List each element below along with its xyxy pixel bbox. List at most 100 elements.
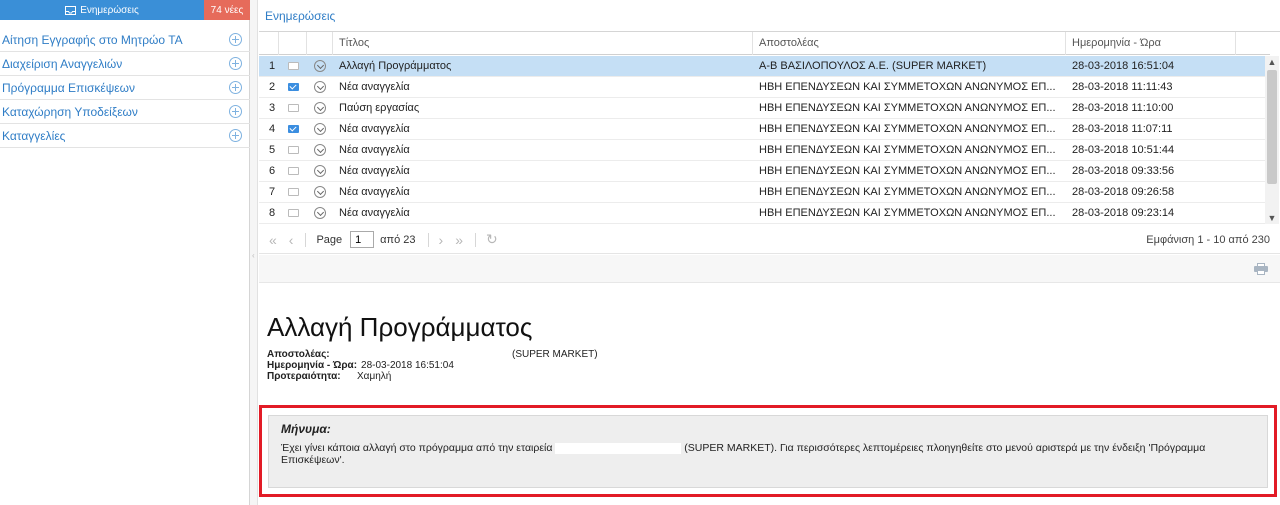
- expand-plus-icon[interactable]: [229, 81, 242, 94]
- refresh-icon[interactable]: ↻: [486, 231, 498, 248]
- column-header-download: [307, 32, 333, 55]
- expand-plus-icon[interactable]: [229, 105, 242, 118]
- table-row[interactable]: 3 Παύση εργασίας ΗΒΗ ΕΠΕΝΔΥΣΕΩΝ ΚΑΙ ΣΥΜΜ…: [259, 98, 1265, 119]
- grid-body: 1 Αλλαγή Προγράμματος Α-Β ΒΑΣΙΛΟΠΟΥΛΟΣ Α…: [259, 56, 1265, 224]
- message-meta: Αποστολέας: (SUPER MARKET) Ημερομηνία - …: [267, 349, 1280, 382]
- download-icon[interactable]: [314, 207, 326, 219]
- first-page-icon[interactable]: «: [269, 232, 277, 248]
- display-range-info: Εμφάνιση 1 - 10 από 230: [1146, 233, 1270, 246]
- sidebar: Ενημερώσεις 74 νέες Αίτηση Εγγραφής στο …: [0, 0, 250, 505]
- column-header-sender[interactable]: Αποστολέας: [753, 32, 1066, 55]
- redacted-company-name: [555, 442, 682, 454]
- pagination-toolbar: « ‹ Page από 23 › » ↻ Εμφάνιση 1 - 10 απ…: [259, 226, 1280, 254]
- message-detail: Αλλαγή Προγράμματος Αποστολέας: (SUPER M…: [259, 290, 1280, 497]
- page-count-label: από 23: [380, 233, 416, 246]
- sidebar-item-label: Αίτηση Εγγραφής στο Μητρώο ΤΑ: [2, 32, 183, 47]
- column-header-date[interactable]: Ημερομηνία - Ώρα: [1066, 32, 1236, 55]
- message-text: Έχει γίνει κάποια αλλαγή στο πρόγραμμα α…: [281, 442, 1255, 466]
- column-header-status: [279, 32, 307, 55]
- updates-tab-label: Ενημερώσεις: [80, 4, 139, 16]
- grid-scrollbar[interactable]: ▲ ▼: [1265, 56, 1279, 224]
- splitter-grip-icon[interactable]: ‹: [252, 252, 255, 260]
- sidebar-item-visit-schedule[interactable]: Πρόγραμμα Επισκέψεων: [0, 76, 250, 100]
- table-row[interactable]: 7 Νέα αναγγελία ΗΒΗ ΕΠΕΝΔΥΣΕΩΝ ΚΑΙ ΣΥΜΜΕ…: [259, 182, 1265, 203]
- expand-plus-icon[interactable]: [229, 57, 242, 70]
- envelope-read-icon: [287, 209, 299, 217]
- download-icon[interactable]: [314, 81, 326, 93]
- column-header-title[interactable]: Τίτλος: [333, 32, 753, 55]
- download-icon[interactable]: [314, 165, 326, 177]
- pager-divider: [305, 232, 307, 247]
- next-page-icon[interactable]: ›: [439, 232, 444, 248]
- sidebar-item-complaints[interactable]: Καταγγελίες: [0, 124, 250, 148]
- row-date: 28-03-2018 10:51:44: [1072, 144, 1175, 156]
- download-icon[interactable]: [314, 102, 326, 114]
- updates-tab[interactable]: Ενημερώσεις: [0, 0, 204, 20]
- envelope-unread-icon: [287, 125, 299, 133]
- panel-splitter[interactable]: ‹: [250, 0, 258, 505]
- pager-divider: [475, 232, 476, 247]
- new-count-badge: 74 νέες: [204, 0, 250, 20]
- print-icon[interactable]: [1254, 263, 1268, 275]
- download-icon[interactable]: [314, 186, 326, 198]
- row-date: 28-03-2018 11:10:00: [1072, 102, 1174, 114]
- table-row[interactable]: 1 Αλλαγή Προγράμματος Α-Β ΒΑΣΙΛΟΠΟΥΛΟΣ Α…: [259, 56, 1265, 77]
- expand-plus-icon[interactable]: [229, 33, 242, 46]
- row-title: Νέα αναγγελία: [339, 186, 410, 198]
- table-row[interactable]: 4 Νέα αναγγελία ΗΒΗ ΕΠΕΝΔΥΣΕΩΝ ΚΑΙ ΣΥΜΜΕ…: [259, 119, 1265, 140]
- envelope-read-icon: [287, 104, 299, 112]
- row-date: 28-03-2018 09:23:14: [1072, 207, 1175, 219]
- download-icon[interactable]: [314, 60, 326, 72]
- inbox-icon: [65, 5, 77, 15]
- envelope-read-icon: [287, 167, 299, 175]
- row-number: 3: [269, 102, 276, 114]
- page-number-input[interactable]: [350, 231, 375, 248]
- row-number: 5: [269, 144, 276, 156]
- detail-toolbar: [259, 255, 1280, 283]
- row-title: Νέα αναγγελία: [339, 144, 410, 156]
- row-title: Νέα αναγγελία: [339, 207, 410, 219]
- priority-value: Χαμηλή: [357, 371, 392, 382]
- scroll-up-icon[interactable]: ▲: [1265, 56, 1279, 68]
- scroll-thumb[interactable]: [1267, 70, 1277, 184]
- sender-label: Αποστολέας:: [267, 349, 330, 360]
- sidebar-item-label: Διαχείριση Αναγγελιών: [2, 56, 123, 71]
- table-row[interactable]: 2 Νέα αναγγελία ΗΒΗ ΕΠΕΝΔΥΣΕΩΝ ΚΑΙ ΣΥΜΜΕ…: [259, 77, 1265, 98]
- last-page-icon[interactable]: »: [455, 232, 463, 248]
- row-number: 2: [269, 81, 276, 93]
- envelope-read-icon: [287, 62, 299, 70]
- row-date: 28-03-2018 16:51:04: [1072, 60, 1175, 72]
- pager-divider: [427, 232, 429, 247]
- table-row[interactable]: 5 Νέα αναγγελία ΗΒΗ ΕΠΕΝΔΥΣΕΩΝ ΚΑΙ ΣΥΜΜΕ…: [259, 140, 1265, 161]
- table-row[interactable]: 8 Νέα αναγγελία ΗΒΗ ΕΠΕΝΔΥΣΕΩΝ ΚΑΙ ΣΥΜΜΕ…: [259, 203, 1265, 224]
- sidebar-item-announcements[interactable]: Διαχείριση Αναγγελιών: [0, 52, 250, 76]
- download-icon[interactable]: [314, 123, 326, 135]
- table-row[interactable]: 6 Νέα αναγγελία ΗΒΗ ΕΠΕΝΔΥΣΕΩΝ ΚΑΙ ΣΥΜΜΕ…: [259, 161, 1265, 182]
- row-sender: ΗΒΗ ΕΠΕΝΔΥΣΕΩΝ ΚΑΙ ΣΥΜΜΕΤΟΧΩΝ ΑΝΩΝΥΜΟΣ Ε…: [759, 102, 1056, 114]
- row-title: Νέα αναγγελία: [339, 165, 410, 177]
- row-date: 28-03-2018 11:11:43: [1072, 81, 1173, 93]
- sidebar-item-label: Καταγγελίες: [2, 128, 66, 143]
- row-sender: ΗΒΗ ΕΠΕΝΔΥΣΕΩΝ ΚΑΙ ΣΥΜΜΕΤΟΧΩΝ ΑΝΩΝΥΜΟΣ Ε…: [759, 207, 1056, 219]
- sidebar-item-label: Καταχώρηση Υποδείξεων: [2, 104, 138, 119]
- sidebar-header: Ενημερώσεις 74 νέες: [0, 0, 250, 20]
- row-sender: ΗΒΗ ΕΠΕΝΔΥΣΕΩΝ ΚΑΙ ΣΥΜΜΕΤΟΧΩΝ ΑΝΩΝΥΜΟΣ Ε…: [759, 123, 1056, 135]
- sidebar-item-registration[interactable]: Αίτηση Εγγραφής στο Μητρώο ΤΑ: [0, 28, 250, 52]
- page-label: Page: [316, 233, 343, 246]
- scroll-down-icon[interactable]: ▼: [1265, 212, 1279, 224]
- row-title: Νέα αναγγελία: [339, 123, 410, 135]
- prev-page-icon[interactable]: ‹: [289, 232, 294, 248]
- expand-plus-icon[interactable]: [229, 129, 242, 142]
- row-number: 7: [269, 186, 276, 198]
- row-sender: ΗΒΗ ΕΠΕΝΔΥΣΕΩΝ ΚΑΙ ΣΥΜΜΕΤΟΧΩΝ ΑΝΩΝΥΜΟΣ Ε…: [759, 186, 1056, 198]
- sidebar-item-suggestions[interactable]: Καταχώρηση Υποδείξεων: [0, 100, 250, 124]
- message-text-before: Έχει γίνει κάποια αλλαγή στο πρόγραμμα α…: [281, 442, 553, 454]
- message-title: Αλλαγή Προγράμματος: [267, 312, 533, 342]
- grid-header: Τίτλος Αποστολέας Ημερομηνία - Ώρα: [259, 32, 1270, 55]
- row-sender: ΗΒΗ ΕΠΕΝΔΥΣΕΩΝ ΚΑΙ ΣΥΜΜΕΤΟΧΩΝ ΑΝΩΝΥΜΟΣ Ε…: [759, 81, 1056, 93]
- row-title: Παύση εργασίας: [339, 102, 420, 114]
- download-icon[interactable]: [314, 144, 326, 156]
- row-number: 8: [269, 207, 276, 219]
- row-title: Αλλαγή Προγράμματος: [339, 60, 452, 72]
- message-highlight-box: Μήνυμα: Έχει γίνει κάποια αλλαγή στο πρό…: [259, 405, 1277, 497]
